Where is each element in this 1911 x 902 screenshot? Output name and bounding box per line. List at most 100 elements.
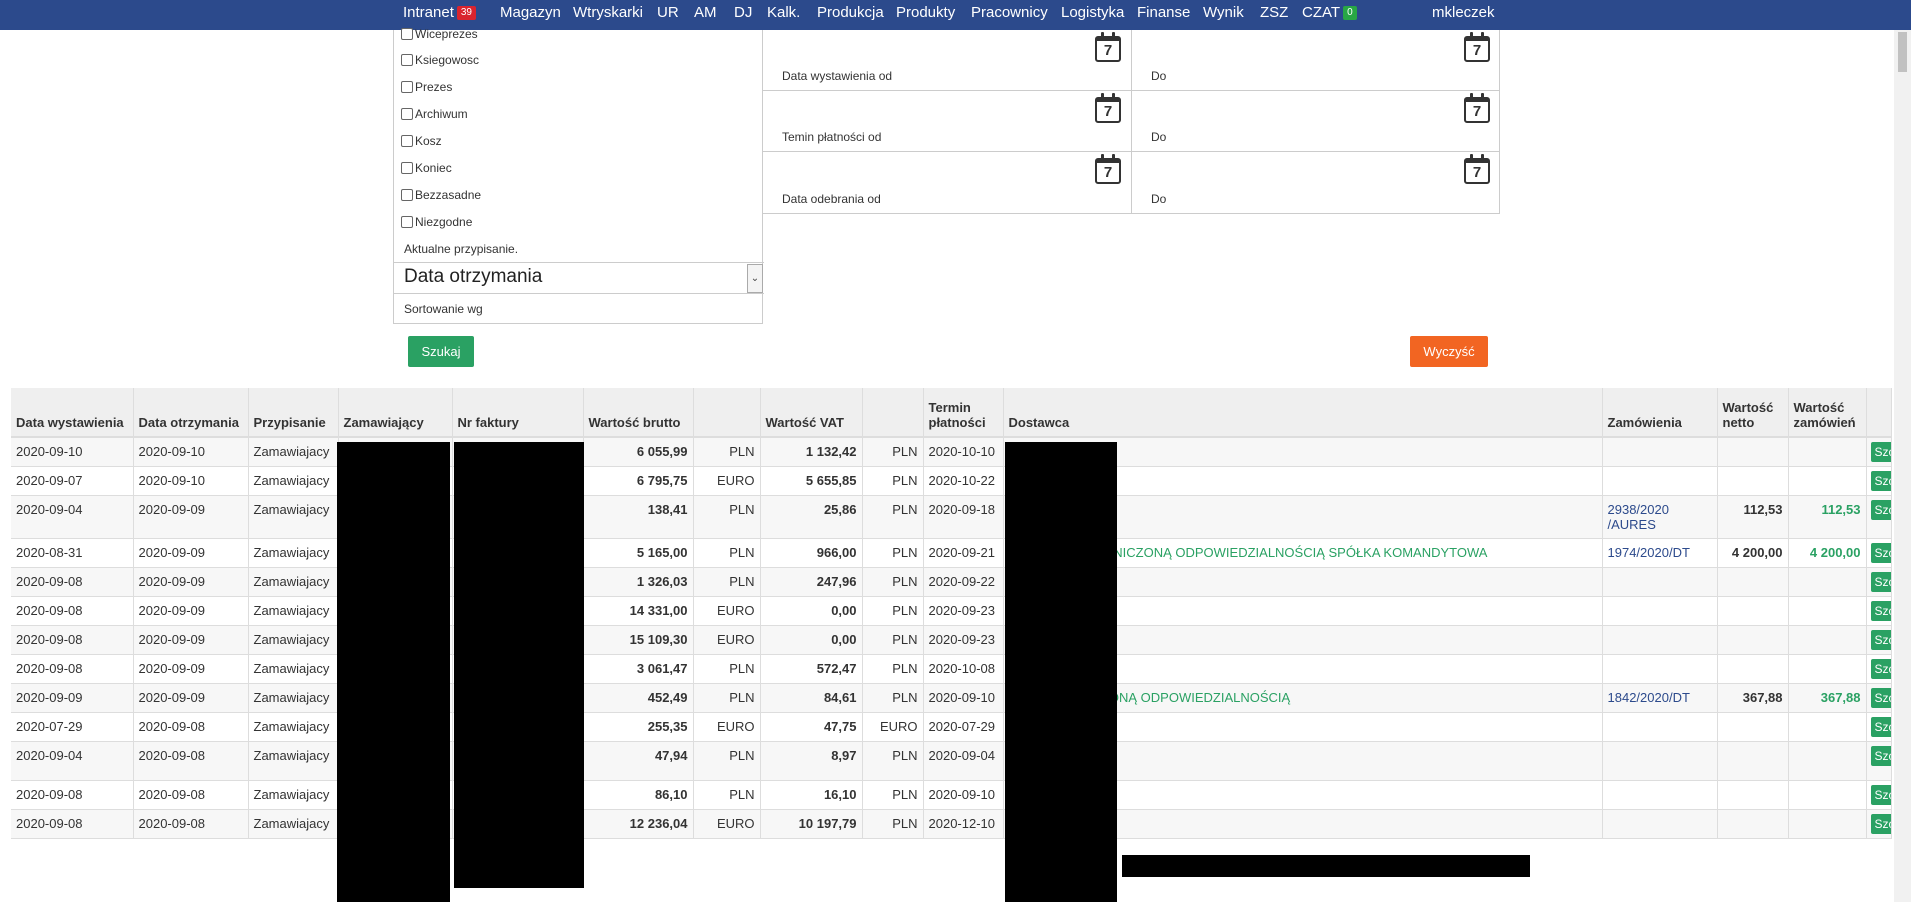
checkbox-archiwum[interactable]: Archiwum (401, 107, 468, 121)
col-wartosc-brutto-header[interactable]: Wartość brutto (583, 388, 694, 438)
cell-zamowienia[interactable] (1602, 625, 1718, 655)
col-termin-platnosci-header[interactable]: Termin płatności (923, 388, 1004, 438)
cell-zamowienia[interactable] (1602, 741, 1718, 781)
col-przypisanie-header[interactable]: Przypisanie (248, 388, 339, 438)
details-button[interactable]: Szcz (1870, 499, 1890, 520)
details-button[interactable]: Szcz (1870, 658, 1890, 679)
details-button[interactable]: Szcz (1870, 571, 1890, 592)
table-row[interactable]: 2020-08-31 2020-09-09 Zamawiajacy 5 165,00 P… (11, 538, 1892, 568)
nav-czat[interactable]: CZAT 0 (1302, 4, 1357, 21)
table-row[interactable]: 2020-07-29 2020-09-08 Zamawiajacy 255,35 EUR… (11, 712, 1892, 742)
checkbox-kosz[interactable]: Kosz (401, 134, 442, 148)
table-row[interactable]: 2020-09-08 2020-09-09 Zamawiajacy 15 109,30… (11, 625, 1892, 655)
details-button[interactable]: Szcz (1870, 784, 1890, 805)
cell-zamowienia[interactable]: 1842/2020/DT (1602, 683, 1718, 713)
cell-wartosc-zamowien[interactable] (1788, 466, 1867, 496)
page-scrollbar[interactable] (1894, 30, 1911, 902)
table-row[interactable]: 2020-09-07 2020-09-10 Zamawiajacy 6 795,75 E… (11, 466, 1892, 496)
cell-zamowienia[interactable] (1602, 466, 1718, 496)
checkbox-niezgodne[interactable]: Niezgodne (401, 215, 472, 229)
details-button[interactable]: Szcz (1870, 813, 1890, 834)
search-button[interactable]: Szukaj (408, 336, 474, 367)
details-button[interactable]: Szcz (1870, 600, 1890, 621)
checkbox-box[interactable] (401, 216, 413, 228)
table-row[interactable]: 2020-09-08 2020-09-09 Zamawiajacy 1 326,03 P… (11, 567, 1892, 597)
checkbox-koniec[interactable]: Koniec (401, 161, 452, 175)
details-button[interactable]: Szcz (1870, 745, 1890, 766)
col-nr-faktury-header[interactable]: Nr faktury (452, 388, 584, 438)
calendar-icon[interactable]: 7 (1095, 32, 1121, 62)
nav-dj[interactable]: DJ (734, 4, 752, 21)
checkbox-box[interactable] (401, 81, 413, 93)
nav-finanse[interactable]: Finanse (1137, 4, 1190, 21)
nav-pracownicy[interactable]: Pracownicy (971, 4, 1048, 21)
clear-button[interactable]: Wyczyść (1410, 336, 1488, 367)
checkbox-box[interactable] (401, 189, 413, 201)
calendar-icon[interactable]: 7 (1095, 93, 1121, 123)
cell-wartosc-zamowien[interactable] (1788, 625, 1867, 655)
cell-wartosc-zamowien[interactable] (1788, 780, 1867, 810)
cell-zamowienia[interactable] (1602, 780, 1718, 810)
table-row[interactable]: 2020-09-10 2020-09-10 Zamawiajacy 6 055,99 P… (11, 437, 1892, 467)
cell-zamowienia[interactable] (1602, 567, 1718, 597)
date-issue-to-field[interactable]: 7 Do (1132, 30, 1500, 91)
date-payment-from-field[interactable]: 7 Temin płatności od (763, 91, 1132, 152)
user-menu[interactable]: mkleczek (1432, 4, 1495, 21)
checkbox-box[interactable] (401, 28, 413, 40)
checkbox-box[interactable] (401, 54, 413, 66)
col-zamowienia-header[interactable]: Zamówienia (1602, 388, 1718, 438)
cell-wartosc-zamowien[interactable] (1788, 437, 1867, 467)
date-issue-from-field[interactable]: 7 Data wystawienia od (763, 30, 1132, 91)
col-dostawca-header[interactable]: Dostawca (1003, 388, 1603, 438)
table-row[interactable]: 2020-09-04 2020-09-08 Zamawiajacy 47,94 PLN 8… (11, 741, 1892, 781)
chevron-down-icon[interactable]: ⌄ (747, 264, 763, 293)
cell-wartosc-zamowien[interactable]: 4 200,00 (1788, 538, 1867, 568)
calendar-icon[interactable]: 7 (1464, 32, 1490, 62)
cell-wartosc-zamowien[interactable] (1788, 567, 1867, 597)
cell-zamowienia[interactable]: 2938/2020 /AURES (1602, 495, 1718, 539)
nav-kalk[interactable]: Kalk. (767, 4, 800, 21)
nav-produkty[interactable]: Produkty (896, 4, 955, 21)
checkbox-box[interactable] (401, 135, 413, 147)
nav-wtryskarki[interactable]: Wtryskarki (573, 4, 643, 21)
nav-am[interactable]: AM (694, 4, 717, 21)
nav-magazyn[interactable]: Magazyn (500, 4, 561, 21)
cell-zamowienia[interactable]: 1974/2020/DT (1602, 538, 1718, 568)
nav-intranet[interactable]: Intranet 39 (403, 4, 476, 21)
checkbox-ksiegowosc[interactable]: Ksiegowosc (401, 53, 479, 67)
nav-zsz[interactable]: ZSZ (1260, 4, 1288, 21)
cell-zamowienia[interactable] (1602, 596, 1718, 626)
calendar-icon[interactable]: 7 (1464, 154, 1490, 184)
date-received-to-field[interactable]: 7 Do (1132, 152, 1500, 213)
table-row[interactable]: 2020-09-08 2020-09-09 Zamawiajacy 3 061,47 P… (11, 654, 1892, 684)
col-data-wystawienia-header[interactable]: Data wystawienia (11, 388, 134, 438)
cell-wartosc-zamowien[interactable] (1788, 741, 1867, 781)
table-row[interactable]: 2020-09-08 2020-09-09 Zamawiajacy 14 331,00… (11, 596, 1892, 626)
col-zamawiajacy-header[interactable]: Zamawiający (338, 388, 453, 438)
col-wartosc-zamowien-header[interactable]: Wartość zamówień (1788, 388, 1867, 438)
checkbox-prezes[interactable]: Prezes (401, 80, 452, 94)
details-button[interactable]: Szcz (1870, 542, 1890, 563)
calendar-icon[interactable]: 7 (1095, 154, 1121, 184)
nav-produkcja[interactable]: Produkcja (817, 4, 884, 21)
checkbox-box[interactable] (401, 108, 413, 120)
cell-wartosc-zamowien[interactable] (1788, 596, 1867, 626)
table-row[interactable]: 2020-09-09 2020-09-09 Zamawiajacy 452,49 PLN… (11, 683, 1892, 713)
table-row[interactable]: 2020-09-082020-09-08Zamawiajacy936429851… (11, 809, 1892, 839)
sort-select[interactable]: Data otrzymania ⌄ (394, 262, 764, 294)
scrollbar-thumb[interactable] (1898, 32, 1907, 72)
date-payment-to-field[interactable]: 7 Do (1132, 91, 1500, 152)
col-wartosc-vat-header[interactable]: Wartość VAT (760, 388, 863, 438)
details-button[interactable]: Szcz (1870, 470, 1890, 491)
cell-zamowienia[interactable] (1602, 654, 1718, 684)
checkbox-box[interactable] (401, 162, 413, 174)
col-currency-2-header[interactable] (862, 388, 924, 438)
cell-wartosc-zamowien[interactable]: 112,53 (1788, 495, 1867, 539)
col-actions-header[interactable] (1866, 388, 1892, 438)
checkbox-bezzasadne[interactable]: Bezzasadne (401, 188, 481, 202)
details-button[interactable]: Szcz (1870, 687, 1890, 708)
details-button[interactable]: Szcz (1870, 629, 1890, 650)
cell-wartosc-zamowien[interactable] (1788, 809, 1867, 839)
nav-logistyka[interactable]: Logistyka (1061, 4, 1124, 21)
table-row[interactable]: 2020-09-08 2020-09-08 Zamawiajacy 86,10 PLN 1… (11, 780, 1892, 810)
